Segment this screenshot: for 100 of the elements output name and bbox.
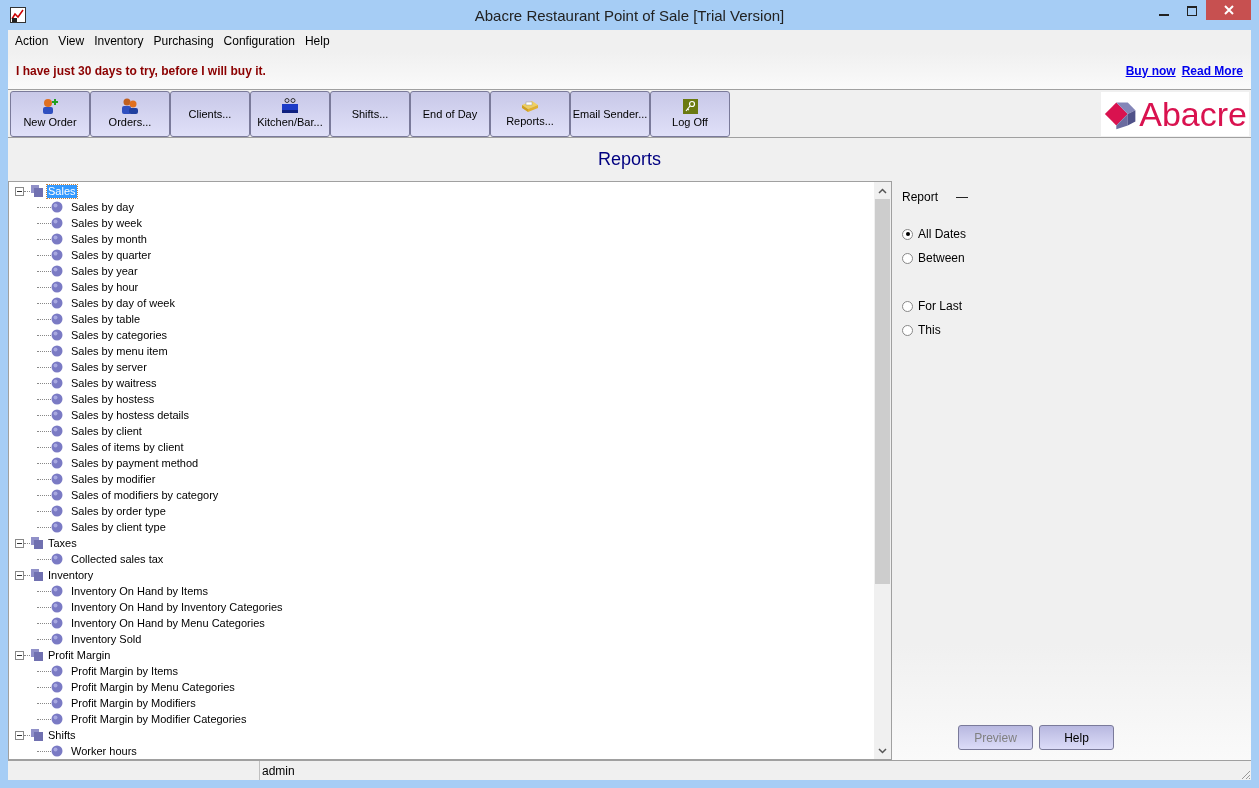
- toolbar-button[interactable]: Shifts...: [330, 90, 410, 137]
- tree-item[interactable]: Sales by menu item: [70, 344, 169, 358]
- folder-icon: [31, 185, 43, 197]
- toolbar-button[interactable]: Reports...: [490, 90, 570, 137]
- tree-item[interactable]: Collected sales tax: [70, 552, 165, 566]
- collapse-toggle[interactable]: [15, 730, 24, 740]
- tree-item[interactable]: Profit Margin by Menu Categories: [70, 680, 236, 694]
- trial-message: I have just 30 days to try, before I will buy it.: [16, 62, 266, 80]
- menu-item[interactable]: View: [53, 32, 90, 50]
- radio-button[interactable]: [902, 324, 913, 336]
- sphere-icon: [51, 553, 63, 565]
- sphere-icon: [51, 345, 63, 357]
- radio-button[interactable]: [902, 228, 913, 240]
- maximize-icon: [1187, 6, 1197, 16]
- tree-item[interactable]: Sales by week: [70, 216, 143, 230]
- tree-item[interactable]: Sales by server: [70, 360, 148, 374]
- link[interactable]: Read More: [1181, 61, 1243, 80]
- radio-button[interactable]: [902, 252, 913, 264]
- toolbar-button[interactable]: Orders...: [90, 90, 170, 137]
- menu-item[interactable]: Purchasing: [148, 32, 219, 50]
- toolbar-button[interactable]: Log Off: [650, 90, 730, 137]
- page-title: Reports: [598, 148, 661, 171]
- toolbar-button[interactable]: Clients...: [170, 90, 250, 137]
- toolbar-button[interactable]: Email Sender...: [570, 90, 650, 137]
- tree-item[interactable]: Profit Margin by Modifiers: [70, 696, 197, 710]
- tree-item[interactable]: Sales by client type: [70, 520, 167, 534]
- dialog-button[interactable]: Help: [1039, 725, 1114, 750]
- sphere-icon: [51, 425, 63, 437]
- sphere-icon: [51, 745, 63, 757]
- sphere-icon: [51, 393, 63, 405]
- resize-grip-icon[interactable]: [1239, 768, 1251, 780]
- sphere-icon: [51, 521, 63, 533]
- collapse-toggle[interactable]: [15, 186, 24, 196]
- tree-item[interactable]: Worker hours: [70, 744, 138, 758]
- tree-item[interactable]: Profit Margin: [47, 648, 112, 662]
- sphere-icon: [51, 313, 63, 325]
- tree-item[interactable]: Sales by client: [70, 424, 143, 438]
- scroll-down-icon[interactable]: [878, 747, 887, 754]
- collapse-toggle[interactable]: [15, 570, 24, 580]
- tree-item[interactable]: Sales by table: [70, 312, 142, 326]
- close-button[interactable]: [1206, 0, 1251, 20]
- tree-item[interactable]: Inventory On Hand by Inventory Categories: [70, 600, 284, 614]
- tree-item[interactable]: Sales by categories: [70, 328, 168, 342]
- toolbar-button[interactable]: End of Day: [410, 90, 490, 137]
- radio-label: For Last: [918, 298, 962, 315]
- scrollbar[interactable]: [874, 182, 891, 759]
- menu-item[interactable]: Configuration: [218, 32, 300, 50]
- pot-icon: [281, 98, 299, 114]
- tree-item[interactable]: Sales by month: [70, 232, 148, 246]
- tree-item[interactable]: Taxes: [47, 536, 78, 550]
- tree-item[interactable]: Profit Margin by Modifier Categories: [70, 712, 248, 726]
- status-text: admin: [262, 762, 295, 780]
- radio-button[interactable]: [902, 300, 913, 312]
- toolbar-button[interactable]: Kitchen/Bar...: [250, 90, 330, 137]
- scroll-up-icon[interactable]: [878, 187, 887, 194]
- sphere-icon: [51, 377, 63, 389]
- tree-item[interactable]: Profit Margin by Items: [70, 664, 179, 678]
- menu-item[interactable]: Help: [299, 32, 335, 50]
- tree-item[interactable]: Sales of items by client: [70, 440, 185, 454]
- tree-item[interactable]: Shifts: [47, 728, 77, 742]
- tree-item[interactable]: Inventory: [47, 568, 95, 582]
- sphere-icon: [51, 201, 63, 213]
- sphere-icon: [51, 585, 63, 597]
- sphere-icon: [51, 409, 63, 421]
- window-title: Abacre Restaurant Point of Sale [Trial Version]: [474, 6, 785, 26]
- minimize-icon: [1159, 14, 1169, 16]
- tree-item[interactable]: Sales by hostess details: [70, 408, 190, 422]
- tree-item[interactable]: Inventory On Hand by Items: [70, 584, 209, 598]
- tree-item[interactable]: Sales of modifiers by category: [70, 488, 220, 502]
- collapse-toggle[interactable]: [15, 538, 24, 548]
- person-add-icon: [41, 98, 59, 114]
- tree-item[interactable]: Inventory Sold: [70, 632, 143, 646]
- menu-item[interactable]: Action: [10, 32, 54, 50]
- tree-item[interactable]: Inventory On Hand by Menu Categories: [70, 616, 266, 630]
- tree-item[interactable]: Sales by day of week: [70, 296, 176, 310]
- tree-item[interactable]: Sales by day: [70, 200, 135, 214]
- sphere-icon: [51, 617, 63, 629]
- sphere-icon: [51, 473, 63, 485]
- tree-item[interactable]: Sales by quarter: [70, 248, 153, 262]
- menu-item[interactable]: Inventory: [89, 32, 149, 50]
- app-icon[interactable]: [10, 7, 26, 23]
- radio-label: All Dates: [918, 226, 967, 243]
- tree-item[interactable]: Sales by hour: [70, 280, 140, 294]
- sphere-icon: [51, 633, 63, 645]
- radio-label: Between: [918, 250, 965, 267]
- tree-item[interactable]: Sales by payment method: [70, 456, 200, 470]
- tree-item[interactable]: Sales by year: [70, 264, 139, 278]
- key-icon: [682, 98, 698, 114]
- tree-item[interactable]: Sales by hostess: [70, 392, 156, 406]
- toolbar-button[interactable]: New Order: [10, 90, 90, 137]
- report-label: Report: [902, 189, 939, 206]
- abacre-logo: Abacre: [1101, 91, 1249, 136]
- tree-item[interactable]: Sales by modifier: [70, 472, 157, 486]
- sphere-icon: [51, 297, 63, 309]
- tree-item[interactable]: Sales by waitress: [70, 376, 158, 390]
- collapse-toggle[interactable]: [15, 650, 24, 660]
- printer-icon: [520, 99, 540, 113]
- tree-item[interactable]: Sales by order type: [70, 504, 167, 518]
- link[interactable]: Buy now: [1125, 61, 1176, 80]
- radio-label: This: [918, 322, 941, 339]
